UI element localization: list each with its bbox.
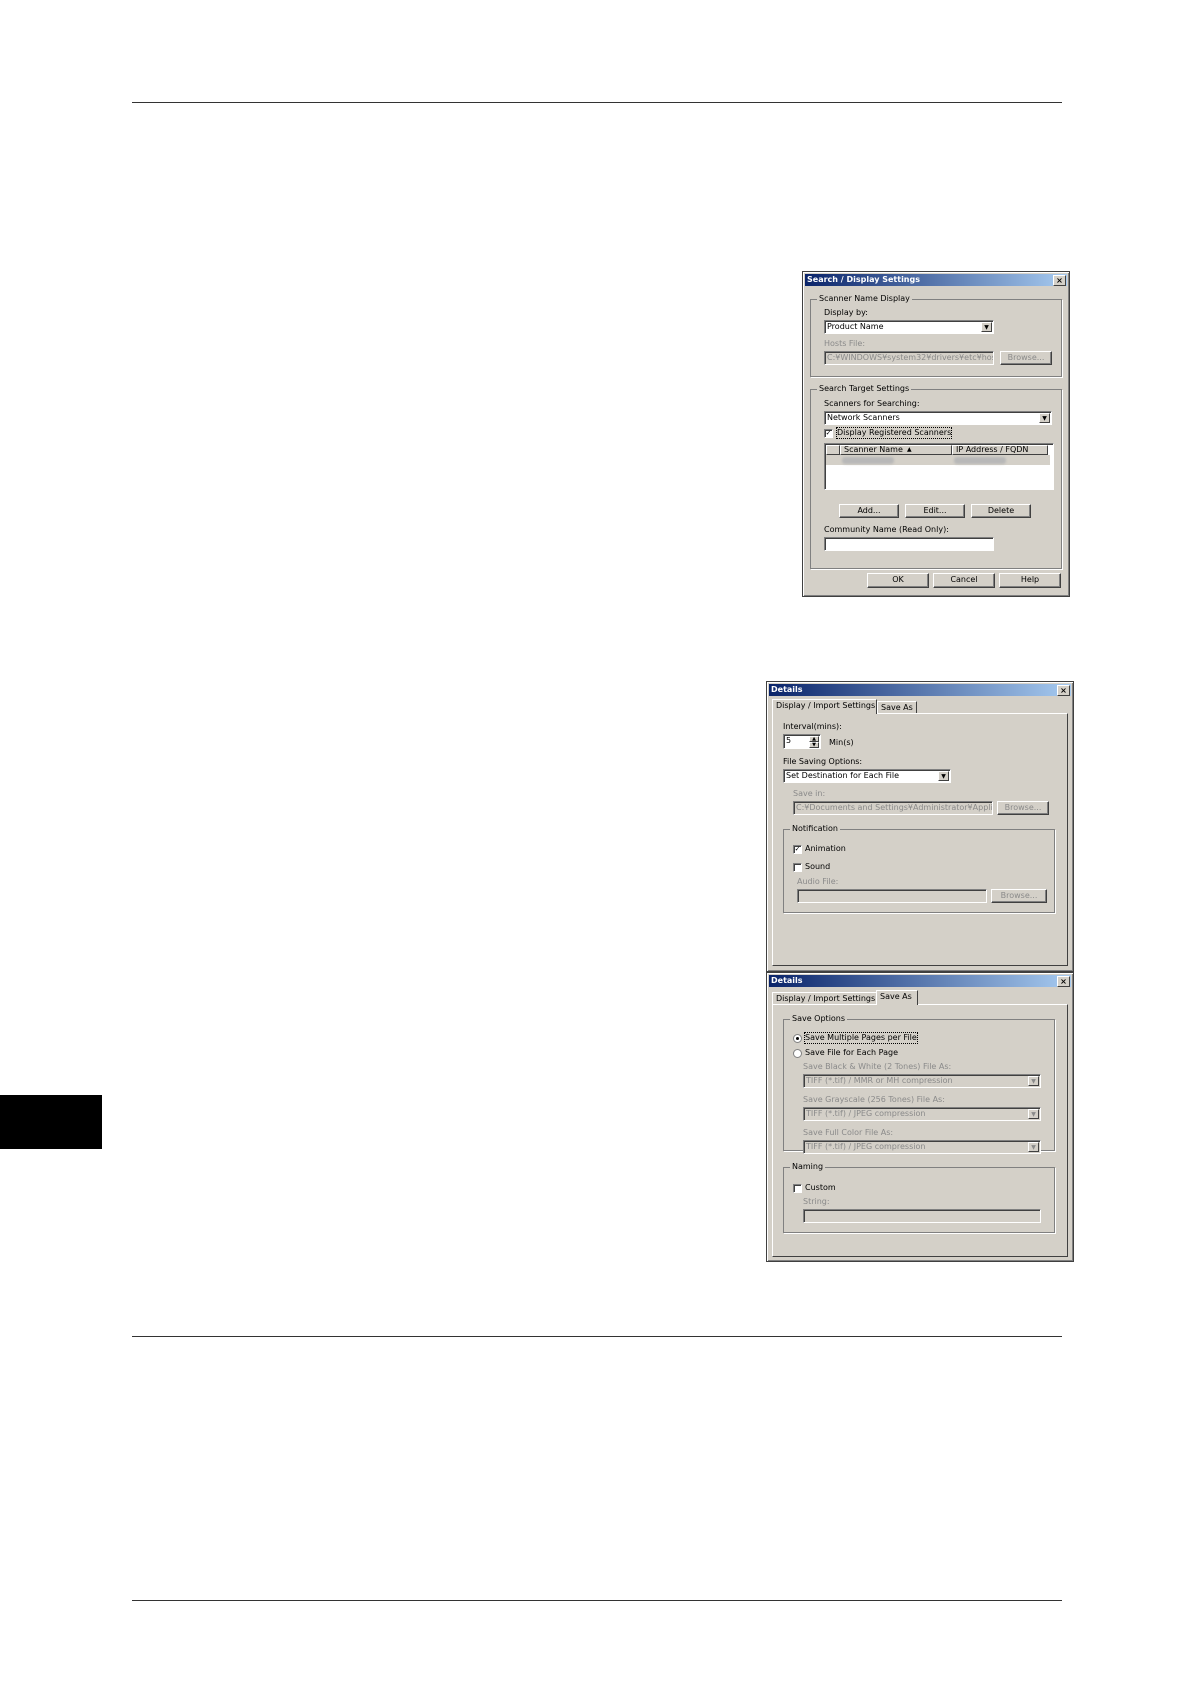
sort-ascending-icon: ▲	[907, 446, 912, 453]
column-header-scanner-name[interactable]: Scanner Name ▲	[840, 445, 952, 455]
hosts-file-field: C:¥WINDOWS¥system32¥drivers¥etc¥hosts	[824, 351, 994, 365]
display-by-label: Display by:	[824, 308, 868, 317]
community-name-label: Community Name (Read Only):	[824, 525, 949, 534]
details-dialog-display-import: Details × Display / Import Settings Save…	[766, 681, 1074, 972]
list-header-spacer	[826, 445, 840, 455]
dialog-title-bar[interactable]: Search / Display Settings ×	[805, 274, 1067, 286]
bw-format-dropdown: TIFF (*.tif) / MMR or MH compression ▼	[803, 1074, 1041, 1088]
chevron-down-icon: ▼	[1028, 1076, 1039, 1086]
display-registered-label[interactable]: Display Registered Scanners	[835, 427, 953, 439]
color-format-label: Save Full Color File As:	[803, 1128, 894, 1137]
radio-save-multiple-pages[interactable]	[793, 1034, 802, 1043]
chevron-down-icon: ▼	[1028, 1109, 1039, 1119]
details-dialog-save-as: Details × Display / Import Settings Save…	[766, 972, 1074, 1262]
header-rule	[132, 102, 1062, 103]
section-rule	[132, 1336, 1062, 1337]
dialog-title: Search / Display Settings	[807, 275, 920, 284]
cancel-button[interactable]: Cancel	[933, 573, 995, 588]
tab-label: Display / Import Settings	[776, 701, 876, 710]
hosts-file-label: Hosts File:	[824, 339, 866, 348]
audio-file-field	[797, 889, 987, 903]
grayscale-format-dropdown: TIFF (*.tif) / JPEG compression ▼	[803, 1107, 1041, 1121]
bw-format-value: TIFF (*.tif) / MMR or MH compression	[806, 1076, 953, 1085]
chevron-down-icon: ▼	[1028, 1142, 1039, 1152]
hosts-file-value: C:¥WINDOWS¥system32¥drivers¥etc¥hosts	[827, 353, 994, 362]
group-caption: Naming	[790, 1162, 826, 1172]
grayscale-format-label: Save Grayscale (256 Tones) File As:	[803, 1095, 945, 1104]
sound-checkbox[interactable]	[793, 863, 802, 872]
dialog-title-bar[interactable]: Details ×	[769, 684, 1071, 696]
group-caption: Search Target Settings	[817, 384, 912, 394]
tab-save-as[interactable]: Save As	[876, 990, 918, 1005]
grayscale-format-value: TIFF (*.tif) / JPEG compression	[806, 1109, 926, 1118]
save-in-browse-button: Browse...	[997, 801, 1049, 815]
column-scanner-name-label: Scanner Name	[844, 445, 903, 454]
chevron-down-icon[interactable]: ▼	[938, 771, 949, 781]
community-name-field	[824, 537, 994, 551]
radio-save-each-page-label[interactable]: Save File for Each Page	[805, 1048, 898, 1058]
add-button[interactable]: Add...	[839, 504, 899, 518]
delete-button[interactable]: Delete	[971, 504, 1031, 518]
spin-down-icon[interactable]: ▼	[809, 742, 819, 748]
group-caption: Notification	[790, 824, 840, 834]
edit-button[interactable]: Edit...	[905, 504, 965, 518]
chapter-tab-marker	[0, 1095, 102, 1149]
scanners-for-searching-value: Network Scanners	[827, 413, 900, 422]
display-by-value: Product Name	[827, 322, 884, 331]
interval-label: Interval(mins):	[783, 722, 842, 731]
save-in-field: C:¥Documents and Settings¥Administrator¥…	[793, 801, 993, 815]
file-saving-options-value: Set Destination for Each File	[786, 771, 900, 780]
close-icon[interactable]: ×	[1053, 275, 1066, 286]
color-format-dropdown: TIFF (*.tif) / JPEG compression ▼	[803, 1140, 1041, 1154]
redacted-scanner-name	[842, 457, 894, 464]
color-format-value: TIFF (*.tif) / JPEG compression	[806, 1142, 926, 1151]
chevron-down-icon[interactable]: ▼	[981, 322, 992, 332]
display-by-dropdown[interactable]: Product Name ▼	[824, 320, 994, 334]
tab-label: Display / Import Settings	[776, 994, 876, 1003]
radio-save-each-page[interactable]	[793, 1049, 802, 1058]
radio-save-multiple-pages-label[interactable]: Save Multiple Pages per File	[804, 1032, 918, 1044]
search-display-settings-dialog: Search / Display Settings × Scanner Name…	[802, 271, 1070, 597]
group-caption: Scanner Name Display	[817, 294, 912, 304]
table-row[interactable]	[826, 455, 1050, 465]
close-icon[interactable]: ×	[1057, 685, 1070, 696]
dialog-title: Details	[771, 685, 803, 694]
footer-rule	[132, 1600, 1062, 1601]
file-saving-options-label: File Saving Options:	[783, 757, 863, 766]
dialog-title-bar[interactable]: Details ×	[769, 975, 1071, 987]
custom-checkbox[interactable]	[793, 1184, 802, 1193]
redacted-ip-address	[954, 457, 1006, 464]
custom-label[interactable]: Custom	[805, 1183, 836, 1193]
interval-stepper[interactable]: 5 ▲ ▼	[783, 734, 821, 749]
scanners-for-searching-dropdown[interactable]: Network Scanners ▼	[824, 411, 1052, 425]
interval-value: 5	[786, 736, 792, 745]
column-header-ip-address[interactable]: IP Address / FQDN	[952, 445, 1048, 455]
audio-file-label: Audio File:	[797, 877, 839, 886]
save-in-label: Save in:	[793, 789, 826, 798]
dialog-title: Details	[771, 976, 803, 985]
audio-browse-button: Browse...	[991, 889, 1047, 903]
tab-display-import-settings[interactable]: Display / Import Settings	[772, 699, 877, 714]
string-label: String:	[803, 1197, 830, 1206]
file-saving-options-dropdown[interactable]: Set Destination for Each File ▼	[783, 769, 951, 783]
animation-checkbox[interactable]: ✓	[793, 845, 802, 854]
hosts-browse-button: Browse...	[1000, 351, 1052, 365]
sound-label[interactable]: Sound	[805, 862, 830, 872]
tab-label: Save As	[881, 703, 913, 712]
scanners-for-searching-label: Scanners for Searching:	[824, 399, 920, 408]
display-registered-checkbox[interactable]: ✓	[824, 429, 833, 438]
animation-label[interactable]: Animation	[805, 844, 846, 854]
scanner-list[interactable]: Scanner Name ▲ IP Address / FQDN	[824, 443, 1054, 490]
bw-format-label: Save Black & White (2 Tones) File As:	[803, 1062, 952, 1071]
column-ip-address-label: IP Address / FQDN	[956, 445, 1029, 454]
tab-label: Save As	[880, 992, 912, 1001]
chevron-down-icon[interactable]: ▼	[1039, 413, 1050, 423]
group-caption: Save Options	[790, 1014, 848, 1024]
help-button[interactable]: Help	[999, 573, 1061, 588]
save-in-value: C:¥Documents and Settings¥Administrator¥…	[796, 803, 993, 812]
interval-unit: Min(s)	[829, 738, 854, 747]
string-field	[803, 1209, 1041, 1223]
close-icon[interactable]: ×	[1057, 976, 1070, 987]
ok-button[interactable]: OK	[867, 573, 929, 588]
